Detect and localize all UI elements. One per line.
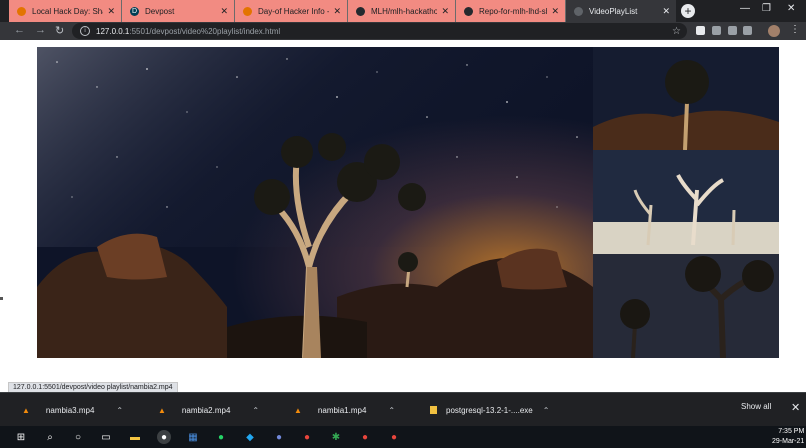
chrome-icon[interactable]: ● — [300, 430, 314, 444]
clock-date: 29-Mar-21 — [772, 438, 805, 445]
tab-title: Devpost — [145, 6, 175, 16]
mlh-icon — [243, 6, 252, 16]
close-downloads-icon[interactable]: ✕ — [791, 401, 800, 414]
extension-icon[interactable] — [728, 26, 737, 35]
playlist-video-thumbnail[interactable] — [593, 150, 779, 254]
tab-day-of-hacker-info[interactable]: Day-of Hacker Info - M ✕ — [235, 0, 348, 22]
more-menu-icon[interactable]: ⋮ — [790, 24, 800, 35]
vlc-icon: ▲ — [158, 405, 166, 415]
info-icon[interactable]: i — [80, 26, 90, 36]
download-filename: nambia3.mp4 — [45, 405, 95, 415]
back-icon[interactable]: ← — [14, 24, 25, 36]
search-icon[interactable]: ⌕ — [43, 430, 57, 444]
download-filename: nambia2.mp4 — [181, 405, 231, 415]
download-filename: nambia1.mp4 — [317, 405, 367, 415]
file-explorer-icon[interactable]: ▬ — [128, 430, 142, 444]
download-item[interactable]: ▲ nambia1.mp4 ⌃ — [294, 393, 395, 427]
github-icon — [356, 6, 365, 16]
close-icon[interactable]: ✕ — [551, 6, 559, 17]
vlc-icon: ▲ — [22, 405, 30, 415]
extension-icon[interactable] — [712, 26, 721, 35]
chevron-up-icon[interactable]: ⌃ — [388, 406, 395, 415]
address-bar[interactable]: i 127.0.0.1:5501/devpost/video%20playlis… — [72, 23, 687, 39]
extension-icon[interactable] — [696, 26, 705, 35]
tab-strip: Local Hack Day: Share ✕ D Devpost ✕ Day-… — [0, 0, 806, 22]
url-host: 127.0.0.1 — [96, 26, 130, 36]
downloads-shelf: ▲ nambia3.mp4 ⌃ ▲ nambia2.mp4 ⌃ ▲ nambia… — [0, 392, 806, 427]
playlist-video-thumbnail[interactable] — [593, 47, 779, 150]
close-icon[interactable]: ✕ — [220, 6, 228, 17]
download-filename: postgresql-13.2-1-....exe — [446, 405, 533, 415]
vscode-icon[interactable]: ◆ — [243, 430, 257, 444]
reload-icon[interactable]: ↻ — [55, 24, 64, 37]
chrome-icon[interactable]: ● — [157, 430, 171, 444]
tab-title: Repo-for-mlh-lhd-sha — [479, 6, 548, 16]
avatar[interactable] — [768, 25, 780, 37]
globe-icon — [574, 6, 583, 16]
tab-devpost[interactable]: D Devpost ✕ — [122, 0, 235, 22]
close-icon[interactable]: ✕ — [441, 6, 449, 17]
browser-toolbar: ← → ↻ i 127.0.0.1:5501/devpost/video%20p… — [0, 22, 806, 40]
chrome-icon[interactable]: ● — [358, 430, 372, 444]
cortana-icon[interactable]: ○ — [71, 430, 85, 444]
maximize-icon[interactable]: ❐ — [762, 3, 771, 14]
dead-trees-night-thumbnail-image — [593, 150, 779, 254]
tab-title: MLH/mlh-hackathon-fl — [371, 6, 437, 16]
tab-repo-for-mlh[interactable]: Repo-for-mlh-lhd-sha ✕ — [456, 0, 566, 22]
discord-icon[interactable]: ● — [272, 430, 286, 444]
night-sky-quiver-tree-image — [37, 47, 593, 358]
whatsapp-icon[interactable]: ● — [214, 430, 228, 444]
github-icon — [464, 6, 473, 16]
download-item[interactable]: ▲ nambia3.mp4 ⌃ — [22, 393, 123, 427]
close-icon[interactable]: ✕ — [107, 6, 115, 17]
page-edge-marker — [0, 297, 3, 300]
task-view-icon[interactable]: ▭ — [99, 430, 113, 444]
main-video-player[interactable] — [37, 47, 593, 358]
vlc-icon: ▲ — [294, 405, 302, 415]
playlist-video-thumbnail[interactable] — [593, 254, 779, 358]
clock-time: 7:35 PM — [778, 428, 805, 435]
tab-videoplaylist[interactable]: VideoPlayList ✕ — [566, 0, 676, 22]
tab-title: Day-of Hacker Info - M — [258, 6, 330, 16]
close-window-icon[interactable]: ✕ — [787, 3, 795, 14]
quiver-tree-night-thumbnail-image — [593, 47, 779, 150]
windows-start-icon[interactable]: ⊞ — [14, 430, 28, 444]
close-icon[interactable]: ✕ — [662, 6, 670, 17]
page-content — [0, 40, 806, 392]
slack-icon[interactable]: ✱ — [329, 430, 343, 444]
calculator-icon[interactable]: ▦ — [186, 430, 200, 444]
chevron-up-icon[interactable]: ⌃ — [543, 406, 550, 415]
close-icon[interactable]: ✕ — [333, 6, 341, 17]
forward-icon[interactable]: → — [35, 24, 46, 36]
mlh-icon — [17, 6, 26, 16]
show-all-button[interactable]: Show all — [741, 402, 771, 411]
puzzle-icon[interactable] — [743, 26, 752, 35]
installer-icon — [430, 406, 437, 414]
url-path: :5501/devpost/video%20playlist/index.htm… — [129, 26, 281, 36]
chevron-up-icon[interactable]: ⌃ — [116, 406, 123, 415]
minimize-icon[interactable]: — — [740, 3, 750, 14]
trees-stars-thumbnail-image — [593, 254, 779, 358]
download-item[interactable]: postgresql-13.2-1-....exe ⌃ — [430, 393, 549, 427]
devpost-icon: D — [130, 6, 139, 16]
download-item[interactable]: ▲ nambia2.mp4 ⌃ — [158, 393, 259, 427]
tab-local-hack-day[interactable]: Local Hack Day: Share ✕ — [9, 0, 122, 22]
tab-mlh-hackathon[interactable]: MLH/mlh-hackathon-fl ✕ — [348, 0, 456, 22]
chevron-up-icon[interactable]: ⌃ — [252, 406, 259, 415]
bookmark-star-icon[interactable]: ☆ — [672, 26, 681, 37]
new-tab-button[interactable]: + — [681, 4, 695, 18]
tab-title: VideoPlayList — [589, 6, 638, 16]
chrome-icon[interactable]: ● — [387, 430, 401, 444]
windows-taskbar: ⊞ ⌕ ○ ▭ ▬ ● ▦ ● ◆ ● ● ✱ ● ● 7:35 PM 29-M… — [0, 426, 806, 448]
tab-title: Local Hack Day: Share — [32, 6, 103, 16]
system-tray-clock[interactable]: 7:35 PM 29-Mar-21 — [772, 427, 804, 447]
